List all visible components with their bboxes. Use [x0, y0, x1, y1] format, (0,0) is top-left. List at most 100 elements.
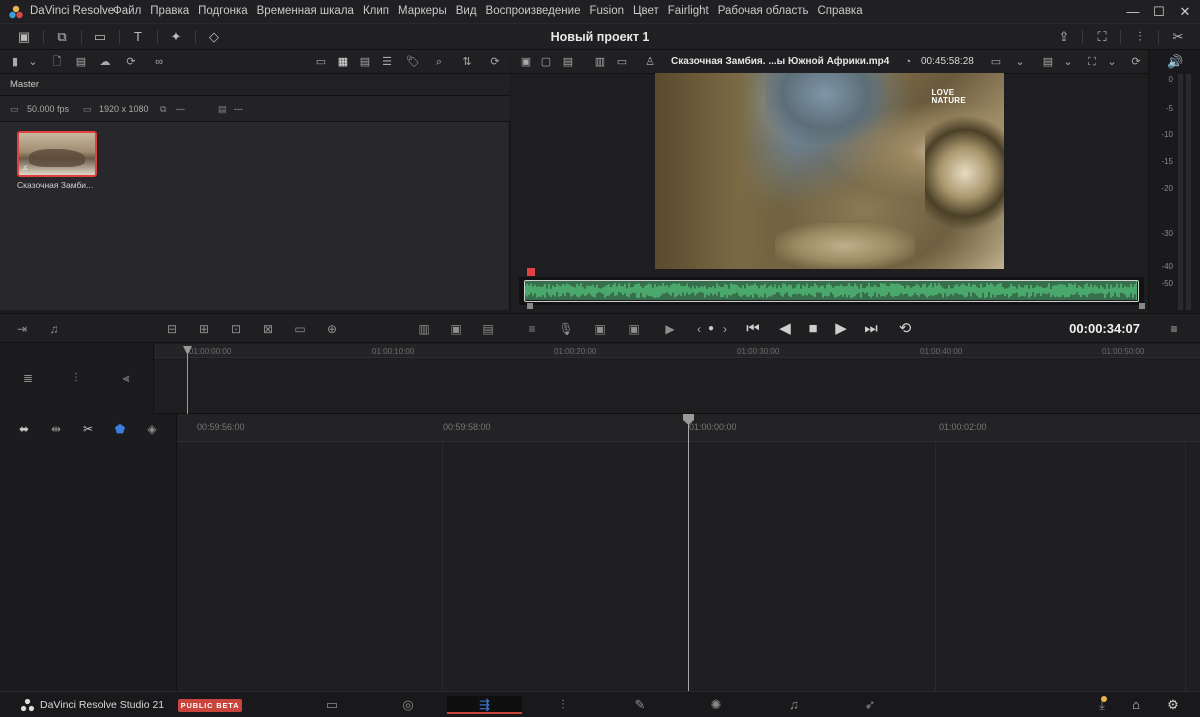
home-icon[interactable]: ⌂: [1116, 696, 1156, 714]
trim-icon[interactable]: ⬌: [12, 419, 36, 439]
import-folder-icon[interactable]: ▤: [72, 54, 90, 70]
menu-view[interactable]: Вид: [456, 5, 477, 17]
audio-waveform[interactable]: [524, 280, 1139, 302]
menu-help[interactable]: Справка: [818, 5, 863, 17]
source-view-icon[interactable]: ▣: [517, 54, 535, 70]
smart-insert-icon[interactable]: ⊟: [160, 319, 184, 339]
audio-level-icon[interactable]: ⫶: [64, 368, 88, 388]
tag-icon[interactable]: 🏷: [404, 54, 422, 70]
ripple-overwrite-icon[interactable]: ⊡: [224, 319, 248, 339]
settings-gear-icon[interactable]: ⚙: [1153, 696, 1193, 714]
chevron-down-icon[interactable]: ⌄: [1059, 54, 1077, 70]
media-page-icon[interactable]: ▭: [312, 696, 352, 714]
fullscreen-icon[interactable]: ⛶: [1092, 28, 1112, 46]
maximize-button[interactable]: ☐: [1146, 3, 1172, 21]
waveform-icon[interactable]: ▤: [476, 319, 500, 339]
menu-markers[interactable]: Маркеры: [398, 5, 447, 17]
insert-clip-icon[interactable]: ▶: [658, 319, 682, 339]
audio-track-icon[interactable]: ♫: [42, 319, 66, 339]
bin-name[interactable]: Master: [10, 79, 39, 90]
menu-workspace[interactable]: Рабочая область: [718, 5, 809, 17]
minimize-button[interactable]: —: [1120, 3, 1146, 21]
menu-playback[interactable]: Воспроизведение: [486, 5, 581, 17]
import-media-icon[interactable]: 🗋: [48, 54, 66, 70]
split-view-icon[interactable]: ▥: [591, 54, 609, 70]
fusion-page-icon[interactable]: ⫶: [543, 696, 583, 714]
tools-icon[interactable]: ✂: [1168, 28, 1188, 46]
close-window-button[interactable]: ✕: [1172, 3, 1198, 21]
deliver-page-icon[interactable]: ➶: [850, 696, 890, 714]
razor-icon[interactable]: ✂: [76, 419, 100, 439]
music-page-icon[interactable]: ♫: [774, 696, 814, 714]
person-icon[interactable]: ♙: [641, 54, 659, 70]
list-view-icon[interactable]: ☰: [378, 54, 396, 70]
viewer-mode-icon[interactable]: ▭: [987, 54, 1005, 70]
loop-icon[interactable]: ⟲: [894, 319, 916, 339]
filmstrip-view-icon[interactable]: ▭: [312, 54, 330, 70]
poi-out-icon[interactable]: ▣: [622, 319, 646, 339]
viewer-playhead-marker[interactable]: [527, 268, 535, 276]
menu-file[interactable]: Файл: [113, 5, 141, 17]
audio-waveform-scrubber[interactable]: [519, 277, 1145, 309]
chevron-down-icon[interactable]: ⌄: [1011, 54, 1029, 70]
refresh-icon[interactable]: ⟳: [486, 54, 504, 70]
mute-icon[interactable]: ⫷: [114, 368, 138, 388]
play-reverse-icon[interactable]: ◀: [774, 319, 796, 339]
audio-sync-icon[interactable]: ⟳: [1127, 54, 1145, 70]
thumbnail-view-icon[interactable]: ▦: [334, 54, 352, 70]
safe-area-icon[interactable]: ▢: [537, 54, 555, 70]
playback-resolution-icon[interactable]: ▤: [1039, 54, 1057, 70]
video-frame[interactable]: LOVE NATURE: [655, 73, 1004, 269]
fairlight-page-icon[interactable]: ✺: [696, 696, 736, 714]
append-icon[interactable]: ⊞: [192, 319, 216, 339]
menu-fusion[interactable]: Fusion: [589, 5, 624, 17]
source-overwrite-icon[interactable]: ⊕: [320, 319, 344, 339]
skip-end-icon[interactable]: ⏭: [860, 319, 882, 339]
place-on-top-icon[interactable]: ▭: [288, 319, 312, 339]
marker-icon[interactable]: ⬟: [108, 419, 132, 439]
sync-icon[interactable]: ⟳: [122, 54, 140, 70]
edit-page-icon[interactable]: ⇶: [447, 696, 522, 714]
in-point-handle[interactable]: [527, 303, 533, 309]
scene-detect-icon[interactable]: ▥: [412, 319, 436, 339]
image-icon[interactable]: ▣: [444, 319, 468, 339]
out-point-handle[interactable]: [1139, 303, 1145, 309]
sort-icon[interactable]: ⇅: [458, 54, 476, 70]
chevron-down-icon[interactable]: ⌄: [1103, 54, 1121, 70]
upper-timeline-ruler[interactable]: 01:00:00:00 01:00:10:00 01:00:20:00 01:0…: [154, 344, 1200, 358]
panel-toggle-icon[interactable]: ▮: [6, 54, 24, 70]
poi-in-icon[interactable]: ▣: [588, 319, 612, 339]
menu-timeline[interactable]: Временная шкала: [257, 5, 354, 17]
cut-page-icon[interactable]: ◎: [388, 696, 428, 714]
menu-trim[interactable]: Подгонка: [198, 5, 248, 17]
play-icon[interactable]: ▶: [830, 319, 852, 339]
mic-icon[interactable]: 🎙: [554, 319, 578, 339]
close-up-icon[interactable]: ⊠: [256, 319, 280, 339]
track-settings-icon[interactable]: ≣: [16, 368, 40, 388]
clip-name[interactable]: Сказочная Замби...: [17, 180, 102, 190]
metadata-view-icon[interactable]: ▤: [356, 54, 374, 70]
insert-track-icon[interactable]: ⇥: [10, 319, 34, 339]
stop-icon[interactable]: ■: [802, 319, 824, 339]
skip-start-icon[interactable]: ⏮: [742, 319, 764, 339]
transform-icon[interactable]: ⛶: [1083, 54, 1101, 70]
multicam-icon[interactable]: ▭: [613, 54, 631, 70]
menu-clip[interactable]: Клип: [363, 5, 389, 17]
snapping-icon[interactable]: ◈: [140, 419, 164, 439]
cloud-icon[interactable]: ☁: [96, 54, 114, 70]
next-frame-icon[interactable]: ›: [714, 319, 736, 339]
quick-export-icon[interactable]: ⇪: [1054, 28, 1074, 46]
dynamic-trim-icon[interactable]: ⇹: [44, 419, 68, 439]
settings-sliders-icon[interactable]: ≡: [520, 319, 544, 339]
menu-edit[interactable]: Правка: [150, 5, 189, 17]
clip-view-icon[interactable]: ▤: [559, 54, 577, 70]
menu-fairlight[interactable]: Fairlight: [668, 5, 709, 17]
link-icon[interactable]: ∞: [150, 54, 168, 70]
mixer-icon[interactable]: ⫶: [1130, 28, 1150, 46]
menu-color[interactable]: Цвет: [633, 5, 659, 17]
speaker-icon[interactable]: 🔊: [1167, 54, 1183, 70]
clip-thumbnail[interactable]: ♫: [17, 131, 97, 177]
menu-options-icon[interactable]: ≡: [1162, 319, 1186, 339]
color-page-icon[interactable]: ✎: [620, 696, 660, 714]
search-icon[interactable]: ⌕: [430, 54, 448, 70]
